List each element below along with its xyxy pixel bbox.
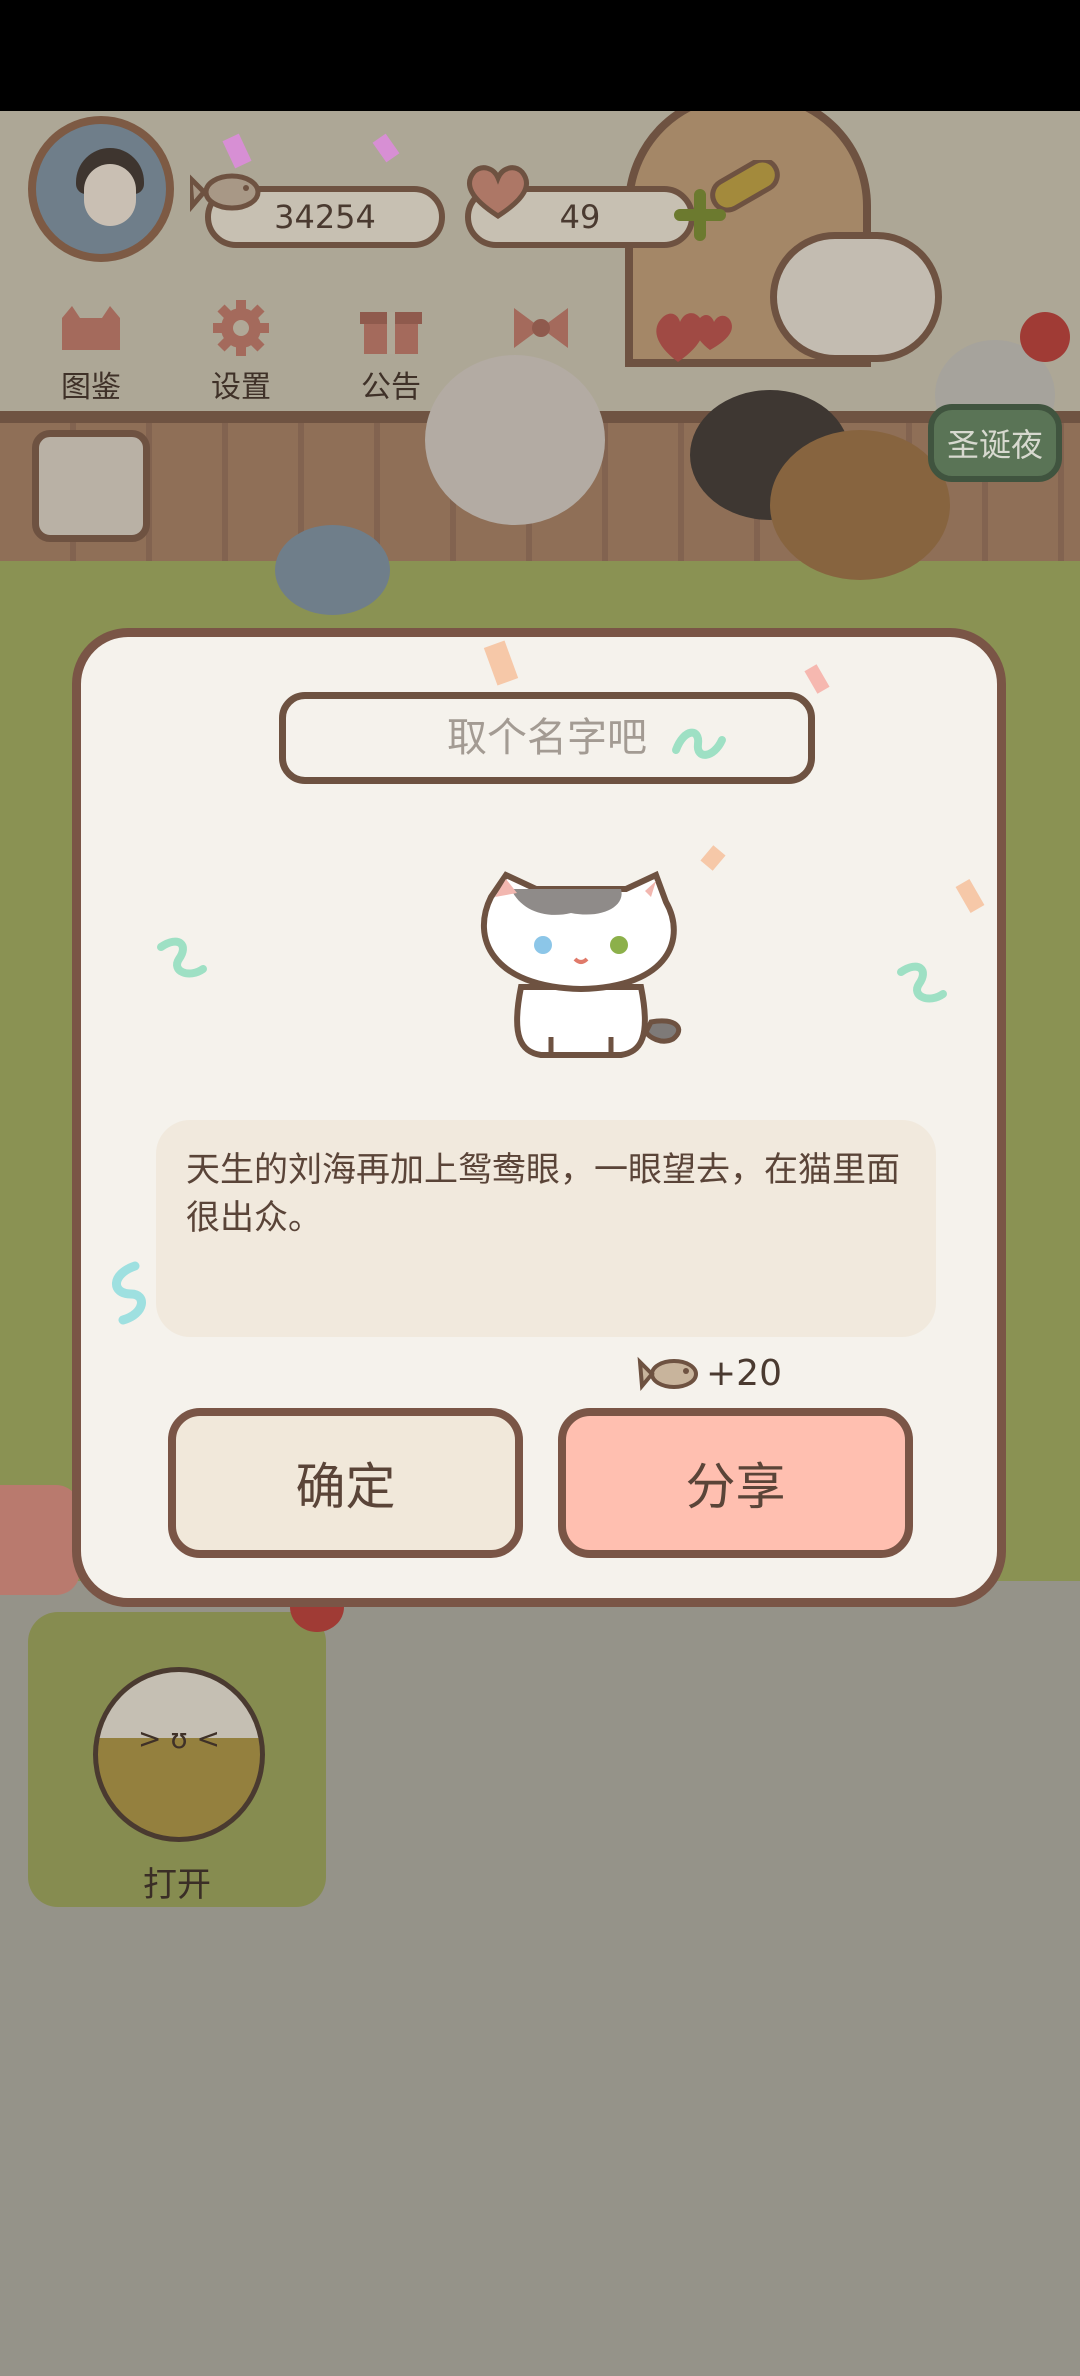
notification-dot (1020, 312, 1070, 362)
confetti-ribbon (672, 728, 726, 759)
status-bar (0, 0, 1080, 111)
menu-label-announcement: 公告 (361, 370, 421, 405)
menu-label-settings: 设置 (211, 370, 271, 405)
calico-cat-background (425, 355, 605, 525)
add-heart-plus-icon[interactable] (670, 160, 790, 250)
name-cat-dialog: 天生的刘海再加上鸳鸯眼，一眼望去，在猫里面很出众。 +20 确定 分享 (72, 628, 1006, 1607)
pug-dog-background (770, 430, 950, 580)
confetti-piece (372, 133, 400, 163)
confirm-label: 确定 (295, 1458, 396, 1516)
side-red-button[interactable] (0, 1485, 80, 1595)
confetti-piece (955, 879, 985, 913)
new-cat-illustration (480, 870, 682, 1058)
share-label: 分享 (685, 1458, 786, 1516)
calendar-button[interactable] (32, 430, 150, 542)
fish-count: 34254 (274, 198, 376, 236)
confetti-ribbon (897, 962, 947, 1003)
confetti-piece (700, 845, 726, 871)
cat-book-icon (62, 306, 120, 350)
confetti-piece (222, 133, 252, 169)
gift-icon (360, 312, 422, 354)
gear-icon (213, 300, 269, 356)
bow-icon (514, 308, 568, 348)
confetti-ribbon (157, 937, 207, 978)
open-label: 打开 (143, 1865, 211, 1905)
hearts-icon[interactable] (648, 300, 738, 370)
share-button[interactable]: 分享 (558, 1408, 913, 1558)
menu-item-settings[interactable]: 设置 (186, 300, 296, 406)
menu-item-announcement[interactable]: 公告 (336, 300, 446, 406)
cat-description-box: 天生的刘海再加上鸳鸯眼，一眼望去，在猫里面很出众。 (156, 1120, 936, 1337)
mouse-character (275, 525, 390, 615)
confetti-ribbon (112, 1261, 146, 1325)
christmas-eve-button[interactable]: 圣诞夜 (928, 404, 1062, 482)
christmas-eve-label: 圣诞夜 (946, 426, 1043, 464)
egg-bag-panel[interactable]: > ʊ < 打开 (28, 1612, 326, 1907)
avatar-face (84, 164, 136, 226)
egg-face: > ʊ < (137, 1722, 221, 1755)
confetti-ribbon (845, 940, 875, 970)
cat-description-text: 天生的刘海再加上鸳鸯眼，一眼望去，在猫里面很出众。 (186, 1150, 900, 1238)
menu-item-collection[interactable]: 图鉴 (36, 300, 146, 406)
cat-name-input[interactable] (279, 692, 815, 784)
speech-bubble-food (770, 232, 942, 362)
confetti-piece (804, 664, 830, 694)
fish-icon (637, 1356, 698, 1392)
egg-icon: > ʊ < (93, 1667, 265, 1842)
confirm-button[interactable]: 确定 (168, 1408, 523, 1558)
confetti-piece (483, 640, 519, 686)
share-reward: +20 (636, 1343, 782, 1403)
heart-count: 49 (559, 198, 601, 236)
reward-amount: +20 (706, 1352, 782, 1394)
player-avatar[interactable] (28, 116, 174, 262)
menu-label-collection: 图鉴 (61, 370, 121, 405)
heart-icon (467, 165, 529, 219)
